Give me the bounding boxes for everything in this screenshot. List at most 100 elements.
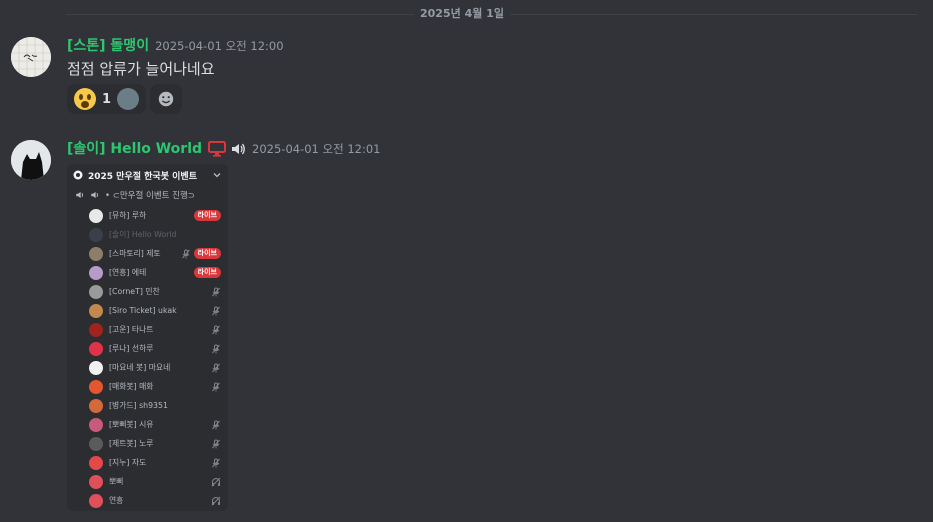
mic-muted-icon — [212, 382, 220, 391]
user-name: [솔이] Hello World — [109, 230, 177, 239]
server-header[interactable]: 2025 만우절 한국봇 이벤트 — [67, 164, 228, 186]
user-name: [병가드] sh9351 — [109, 401, 168, 410]
message-content: 점점 압류가 늘어나네요 — [67, 60, 215, 78]
user-name: [고운] 타나트 — [109, 325, 154, 334]
user-status: 라이브 — [193, 206, 221, 225]
user-status — [211, 282, 221, 301]
speaker-icon — [76, 191, 83, 198]
voice-user[interactable]: [루나] 선하루 — [67, 339, 228, 358]
voice-user[interactable]: [지누] 자도 — [67, 453, 228, 472]
user-status: 라이브 — [181, 244, 221, 263]
user-avatar — [89, 493, 103, 508]
user-avatar — [89, 417, 103, 432]
user-name: [루나] 선하루 — [109, 344, 154, 353]
mic-muted-icon — [212, 420, 220, 429]
server-name: 2025 만우절 한국봇 이벤트 — [88, 171, 197, 182]
chevron-down-icon[interactable] — [212, 170, 222, 180]
user-avatar — [89, 265, 103, 280]
user-name: [Siro Ticket] ukak — [109, 306, 177, 315]
username[interactable]: [솔이] Hello World — [67, 140, 202, 158]
voice-user[interactable]: [매화봇] 매화 — [67, 377, 228, 396]
mic-muted-icon — [212, 306, 220, 315]
voice-user[interactable]: 연흥 — [67, 491, 228, 510]
voice-user[interactable]: [마요네 봇] 마요네 — [67, 358, 228, 377]
user-name: [마요네 봇] 마요네 — [109, 363, 171, 372]
user-name: [매화봇] 매화 — [109, 382, 154, 391]
user-name: [뮤하] 루하 — [109, 211, 147, 220]
deafen-icon — [211, 477, 221, 487]
voice-user[interactable]: 뽀삐 — [67, 472, 228, 491]
user-name: [지누] 자도 — [109, 458, 147, 467]
voice-user-list: [뮤하] 루하 라이브 [솔이] Hello World [스마토리] 제토 라이브 [연… — [67, 206, 228, 510]
message-header: [스톤] 돌맹이 2025-04-01 오전 12:00 — [67, 37, 284, 55]
username[interactable]: [스톤] 돌맹이 — [67, 37, 149, 55]
live-badge: 라이브 — [193, 248, 221, 259]
voice-channel-row[interactable]: • ⊂만우절 이벤트 진행⊃ — [67, 186, 228, 203]
chat-view: 2025년 4월 1일 [스톤] 돌맹이 2025-04-01 오전 12:00… — [0, 0, 933, 522]
reaction-bar: 1 — [67, 84, 183, 114]
user-status — [211, 301, 221, 320]
speaker-icon — [91, 191, 98, 198]
voice-user[interactable]: [뽀삐봇] 시유 — [67, 415, 228, 434]
live-badge: 라이브 — [193, 210, 221, 221]
user-avatar — [89, 360, 103, 375]
timestamp[interactable]: 2025-04-01 오전 12:01 — [252, 141, 380, 157]
user-avatar — [89, 208, 103, 223]
user-status — [211, 472, 221, 491]
user-avatar — [89, 379, 103, 394]
voice-user[interactable]: [Siro Ticket] ukak — [67, 301, 228, 320]
mic-muted-icon — [181, 249, 190, 258]
user-avatar — [89, 284, 103, 299]
user-name: [제트봇] 노루 — [109, 439, 154, 448]
add-reaction-button[interactable] — [150, 84, 183, 114]
voice-user[interactable]: [스마토리] 제토 라이브 — [67, 244, 228, 263]
reaction-button[interactable]: 1 — [67, 84, 147, 114]
user-status — [211, 453, 221, 472]
voice-user[interactable]: [병가드] sh9351 — [67, 396, 228, 415]
scream-emoji-icon — [74, 88, 96, 110]
voice-user[interactable]: [제트봇] 노루 — [67, 434, 228, 453]
user-avatar — [89, 474, 103, 489]
user-status — [211, 415, 221, 434]
user-status — [211, 339, 221, 358]
timestamp[interactable]: 2025-04-01 오전 12:00 — [155, 38, 283, 54]
avatar[interactable] — [11, 140, 51, 180]
user-status — [211, 320, 221, 339]
avatar-sketch-icon — [11, 37, 51, 77]
user-avatar — [89, 341, 103, 356]
user-avatar — [89, 227, 103, 242]
user-status — [211, 377, 221, 396]
reactor-avatar — [117, 88, 140, 110]
message-header: [솔이] Hello World 2025-04-01 오전 12:01 — [67, 140, 380, 158]
speaker-icon — [232, 143, 245, 155]
voice-user[interactable]: [연흥] 에테 라이브 — [67, 263, 228, 282]
deafen-icon — [211, 496, 221, 506]
user-avatar — [89, 303, 103, 318]
user-name: [스마토리] 제토 — [109, 249, 161, 258]
voice-user[interactable]: [고운] 타나트 — [67, 320, 228, 339]
user-name: 뽀삐 — [109, 477, 124, 486]
voice-user[interactable]: [CorneT] 민찬 — [67, 282, 228, 301]
mic-muted-icon — [212, 439, 220, 448]
user-status: 라이브 — [193, 263, 221, 282]
user-avatar — [89, 455, 103, 470]
avatar[interactable] — [11, 37, 51, 77]
live-badge: 라이브 — [193, 267, 221, 278]
user-avatar — [89, 436, 103, 451]
voice-channel-embed: 2025 만우절 한국봇 이벤트 • ⊂만우절 이벤트 진행⊃ [뮤하] 루하라… — [67, 164, 228, 511]
user-status — [211, 491, 221, 510]
user-name: 연흥 — [109, 496, 124, 505]
user-name: [뽀삐봇] 시유 — [109, 420, 154, 429]
user-name: [연흥] 에테 — [109, 268, 147, 277]
mic-muted-icon — [212, 287, 220, 296]
user-avatar — [89, 398, 103, 413]
mic-muted-icon — [212, 458, 220, 467]
mic-muted-icon — [212, 325, 220, 334]
voice-user[interactable]: [뮤하] 루하 라이브 — [67, 206, 228, 225]
server-icon — [73, 170, 83, 180]
voice-user[interactable]: [솔이] Hello World — [67, 225, 228, 244]
user-status — [211, 434, 221, 453]
user-avatar — [89, 246, 103, 261]
avatar-cat-icon — [11, 140, 51, 180]
user-avatar — [89, 322, 103, 337]
